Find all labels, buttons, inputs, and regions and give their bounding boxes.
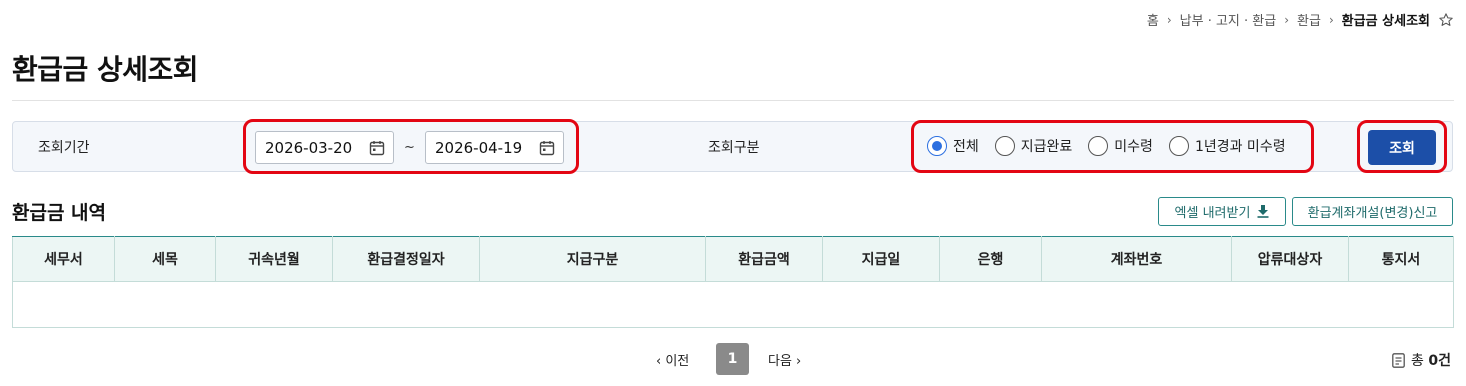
radio-all-label: 전체 [953,139,979,155]
date-from-input[interactable]: 2026-03-20 [255,131,394,164]
document-icon [1392,352,1405,368]
radio-circle[interactable] [994,136,1015,156]
radio-unclaimed-label: 미수령 [1114,139,1153,155]
column-header[interactable]: 압류대상자 [1231,236,1349,282]
date-to-value: 2026-04-19 [435,138,523,157]
column-header[interactable]: 세목 [114,236,216,282]
date-range-separator: ~ [404,140,415,155]
date-from-value: 2026-03-20 [265,138,353,157]
radio-unclaimed-1year-label: 1년경과 미수령 [1194,139,1286,155]
refund-account-report-button[interactable]: 환급계좌개설(변경)신고 [1292,197,1453,226]
search-type-label: 조회구분 [708,140,760,156]
total-prefix: 총 [1411,353,1424,369]
column-header[interactable]: 귀속년월 [215,236,333,282]
total-count-value: 0건 [1428,353,1451,369]
table-empty-row [12,281,1454,328]
column-header[interactable]: 세무서 [12,236,115,282]
next-page-label: 다음 [768,354,792,369]
search-panel: 조회기간 2026-03-20 ~ 2026-04-19 조회구분 전체 지급완… [12,119,1453,174]
star-icon[interactable] [1438,12,1454,28]
page-number-current[interactable]: 1 [716,343,749,375]
refund-table: 세무서 세목 귀속년월 환급결정일자 지급구분 환급금액 지급일 은행 계좌번호… [12,236,1454,328]
radio-paid-label: 지급완료 [1020,139,1073,155]
radio-unclaimed[interactable]: 미수령 [1088,136,1153,156]
excel-download-label: 엑셀 내려받기 [1174,206,1251,221]
column-header[interactable]: 계좌번호 [1041,236,1232,282]
calendar-icon[interactable] [539,140,555,156]
breadcrumb-current: 환급금 상세조회 [1341,14,1430,29]
radio-circle[interactable] [927,136,947,156]
radio-circle[interactable] [1168,136,1189,156]
radio-all[interactable]: 전체 [927,136,979,156]
radio-paid[interactable]: 지급완료 [994,136,1073,156]
total-count: 총 0건 [1392,350,1451,370]
search-button[interactable]: 조회 [1368,130,1436,165]
radio-circle[interactable] [1088,136,1109,156]
excel-download-button[interactable]: 엑셀 내려받기 [1158,197,1286,226]
download-icon [1257,205,1269,218]
calendar-icon[interactable] [369,140,385,156]
column-header[interactable]: 통지서 [1348,236,1454,282]
prev-page-button[interactable]: ‹ 이전 [656,350,689,369]
breadcrumb-home[interactable]: 홈 [1147,10,1159,29]
date-to-input[interactable]: 2026-04-19 [425,131,564,164]
column-header[interactable]: 지급일 [822,236,940,282]
page-title: 환급금 상세조회 [12,53,199,86]
column-header[interactable]: 지급구분 [479,236,706,282]
breadcrumb-level2[interactable]: 환급 [1297,10,1321,29]
breadcrumb: 홈 › 납부 · 고지 · 환급 › 환급 › 환급금 상세조회 [1147,10,1454,29]
period-label: 조회기간 [38,140,90,156]
chevron-right-icon: › [1328,12,1334,27]
column-header[interactable]: 환급결정일자 [332,236,480,282]
column-header[interactable]: 환급금액 [705,236,823,282]
search-type-radio-group: 전체 지급완료 미수령 1년경과 미수령 [927,136,1302,156]
pagination: ‹ 이전 1 다음 › 총 0건 [0,343,1466,375]
table-empty-cell [12,281,1454,328]
section-title: 환급금 내역 [12,202,107,224]
chevron-right-icon: › [1166,12,1172,27]
prev-page-label: 이전 [665,354,690,369]
title-divider [12,100,1454,101]
column-header[interactable]: 은행 [939,236,1042,282]
radio-unclaimed-1year[interactable]: 1년경과 미수령 [1168,136,1286,156]
next-page-button[interactable]: 다음 › [768,350,801,369]
chevron-right-icon: › [1284,12,1290,27]
table-header-row: 세무서 세목 귀속년월 환급결정일자 지급구분 환급금액 지급일 은행 계좌번호… [12,236,1454,282]
breadcrumb-level1[interactable]: 납부 · 고지 · 환급 [1180,10,1277,29]
